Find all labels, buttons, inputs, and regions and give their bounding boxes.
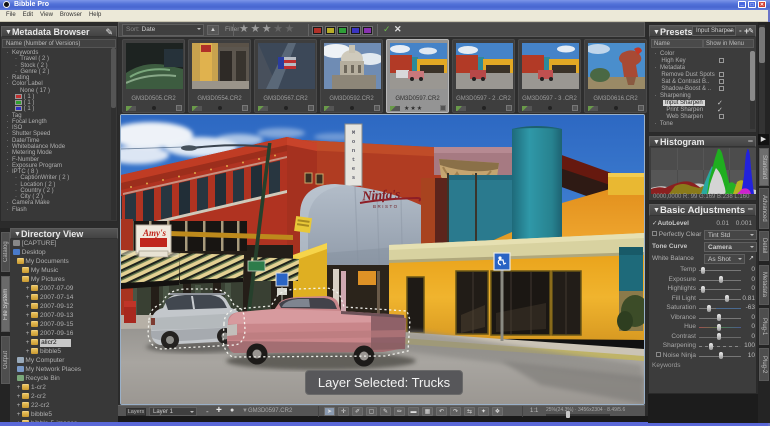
svg-text:n: n — [352, 147, 355, 154]
svg-text:Amy's: Amy's — [142, 228, 166, 238]
svg-text:BRISTO: BRISTO — [373, 204, 399, 209]
svg-text:t: t — [352, 156, 355, 163]
svg-text:s: s — [352, 174, 355, 181]
